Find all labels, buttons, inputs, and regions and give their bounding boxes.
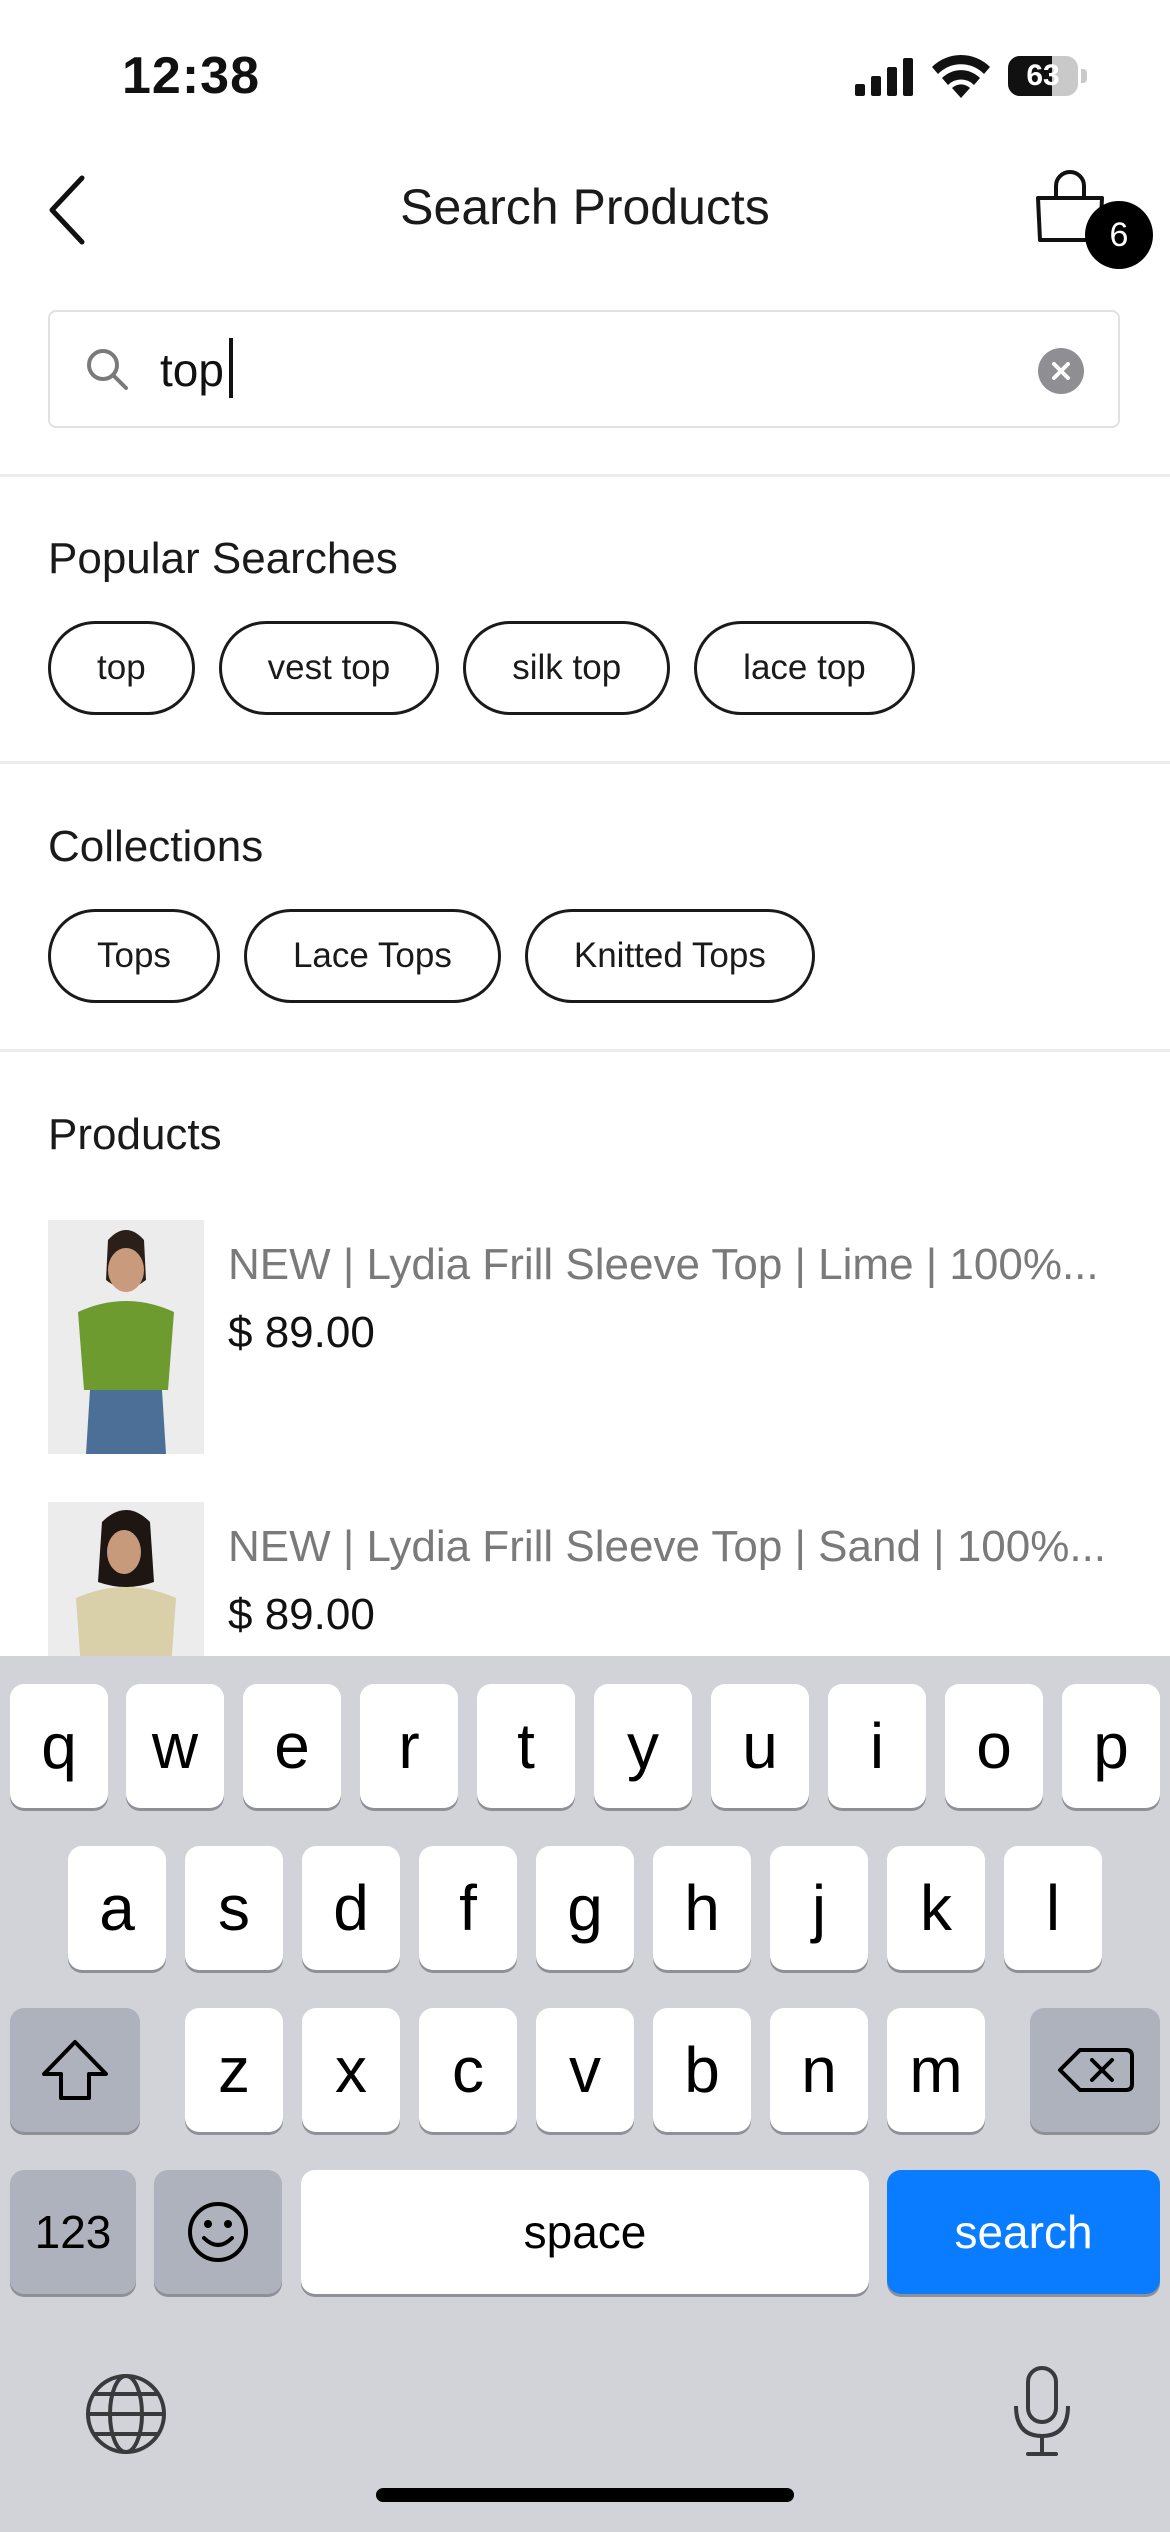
key-q[interactable]: q (10, 1684, 108, 1808)
key-y[interactable]: y (594, 1684, 692, 1808)
key-p[interactable]: p (1062, 1684, 1160, 1808)
search-input[interactable] (160, 330, 1020, 410)
search-icon (87, 349, 128, 390)
product-price: $ 89.00 (228, 1590, 375, 1639)
product-garment (76, 1587, 176, 1656)
search-key[interactable]: search (887, 2170, 1160, 2294)
emoji-icon (188, 2202, 248, 2262)
key-k[interactable]: k (887, 1846, 985, 1970)
key-v[interactable]: v (536, 2008, 634, 2132)
product-price: $ 89.00 (228, 1308, 375, 1357)
text-cursor (229, 338, 233, 398)
popular-searches-title: Popular Searches (48, 534, 398, 583)
key-u[interactable]: u (711, 1684, 809, 1808)
key-l[interactable]: l (1004, 1846, 1102, 1970)
key-m[interactable]: m (887, 2008, 985, 2132)
key-j[interactable]: j (770, 1846, 868, 1970)
delete-key[interactable] (1030, 2008, 1160, 2132)
microphone-icon (1014, 2366, 1070, 2456)
product-image (48, 1220, 204, 1454)
key-h[interactable]: h (653, 1846, 751, 1970)
keyboard: q w e r t y u i o p a s d f g h j k l z … (0, 1656, 1170, 2532)
collection-chip[interactable]: Lace Tops (243, 909, 501, 1003)
products-title: Products (48, 1110, 222, 1159)
key-f[interactable]: f (419, 1846, 517, 1970)
emoji-key[interactable] (154, 2170, 282, 2294)
wifi-icon (932, 54, 990, 98)
battery-percent: 63 (1026, 59, 1060, 92)
product-item[interactable]: NEW | Lydia Frill Sleeve Top | Sand | 10… (48, 1502, 1120, 1656)
key-n[interactable]: n (770, 2008, 868, 2132)
battery-indicator: 63 (1008, 56, 1088, 98)
divider (0, 1049, 1170, 1052)
divider (0, 474, 1170, 477)
shift-key[interactable] (10, 2008, 140, 2132)
key-d[interactable]: d (302, 1846, 400, 1970)
key-b[interactable]: b (653, 2008, 751, 2132)
popular-search-chip[interactable]: silk top (463, 621, 671, 715)
numbers-key[interactable]: 123 (10, 2170, 136, 2294)
key-z[interactable]: z (185, 2008, 283, 2132)
collections-title: Collections (48, 822, 264, 871)
collection-chip[interactable]: Tops (48, 909, 220, 1003)
key-a[interactable]: a (68, 1846, 166, 1970)
popular-search-chip[interactable]: lace top (694, 621, 915, 715)
cart-count-badge: 6 (1085, 201, 1153, 269)
product-garment (78, 1301, 174, 1390)
clear-icon (1052, 362, 1070, 380)
space-key[interactable]: space (301, 2170, 869, 2294)
popular-searches-chips: top vest top silk top lace top (48, 621, 915, 715)
delete-icon (1058, 2048, 1134, 2092)
key-r[interactable]: r (360, 1684, 458, 1808)
cellular-signal-icon (855, 58, 913, 96)
product-title: NEW | Lydia Frill Sleeve Top | Lime | 10… (228, 1240, 1099, 1289)
status-time: 12:38 (122, 47, 260, 105)
page-title: Search Products (400, 179, 770, 235)
home-indicator (376, 2488, 794, 2502)
shift-icon (42, 2040, 108, 2100)
key-i[interactable]: i (828, 1684, 926, 1808)
key-e[interactable]: e (243, 1684, 341, 1808)
product-item[interactable]: NEW | Lydia Frill Sleeve Top | Lime | 10… (48, 1220, 1120, 1460)
popular-search-chip[interactable]: top (48, 621, 195, 715)
collections-chips: Tops Lace Tops Knitted Tops (48, 909, 815, 1003)
key-c[interactable]: c (419, 2008, 517, 2132)
product-image (48, 1502, 204, 1656)
product-title: NEW | Lydia Frill Sleeve Top | Sand | 10… (228, 1522, 1107, 1571)
clear-search-button[interactable] (1038, 348, 1084, 394)
globe-button[interactable] (80, 2368, 172, 2460)
microphone-button[interactable] (1002, 2362, 1082, 2462)
divider (0, 761, 1170, 764)
key-t[interactable]: t (477, 1684, 575, 1808)
popular-search-chip[interactable]: vest top (218, 621, 440, 715)
key-o[interactable]: o (945, 1684, 1043, 1808)
globe-icon (86, 2374, 166, 2454)
key-x[interactable]: x (302, 2008, 400, 2132)
key-s[interactable]: s (185, 1846, 283, 1970)
collection-chip[interactable]: Knitted Tops (524, 909, 815, 1003)
key-w[interactable]: w (126, 1684, 224, 1808)
key-g[interactable]: g (536, 1846, 634, 1970)
